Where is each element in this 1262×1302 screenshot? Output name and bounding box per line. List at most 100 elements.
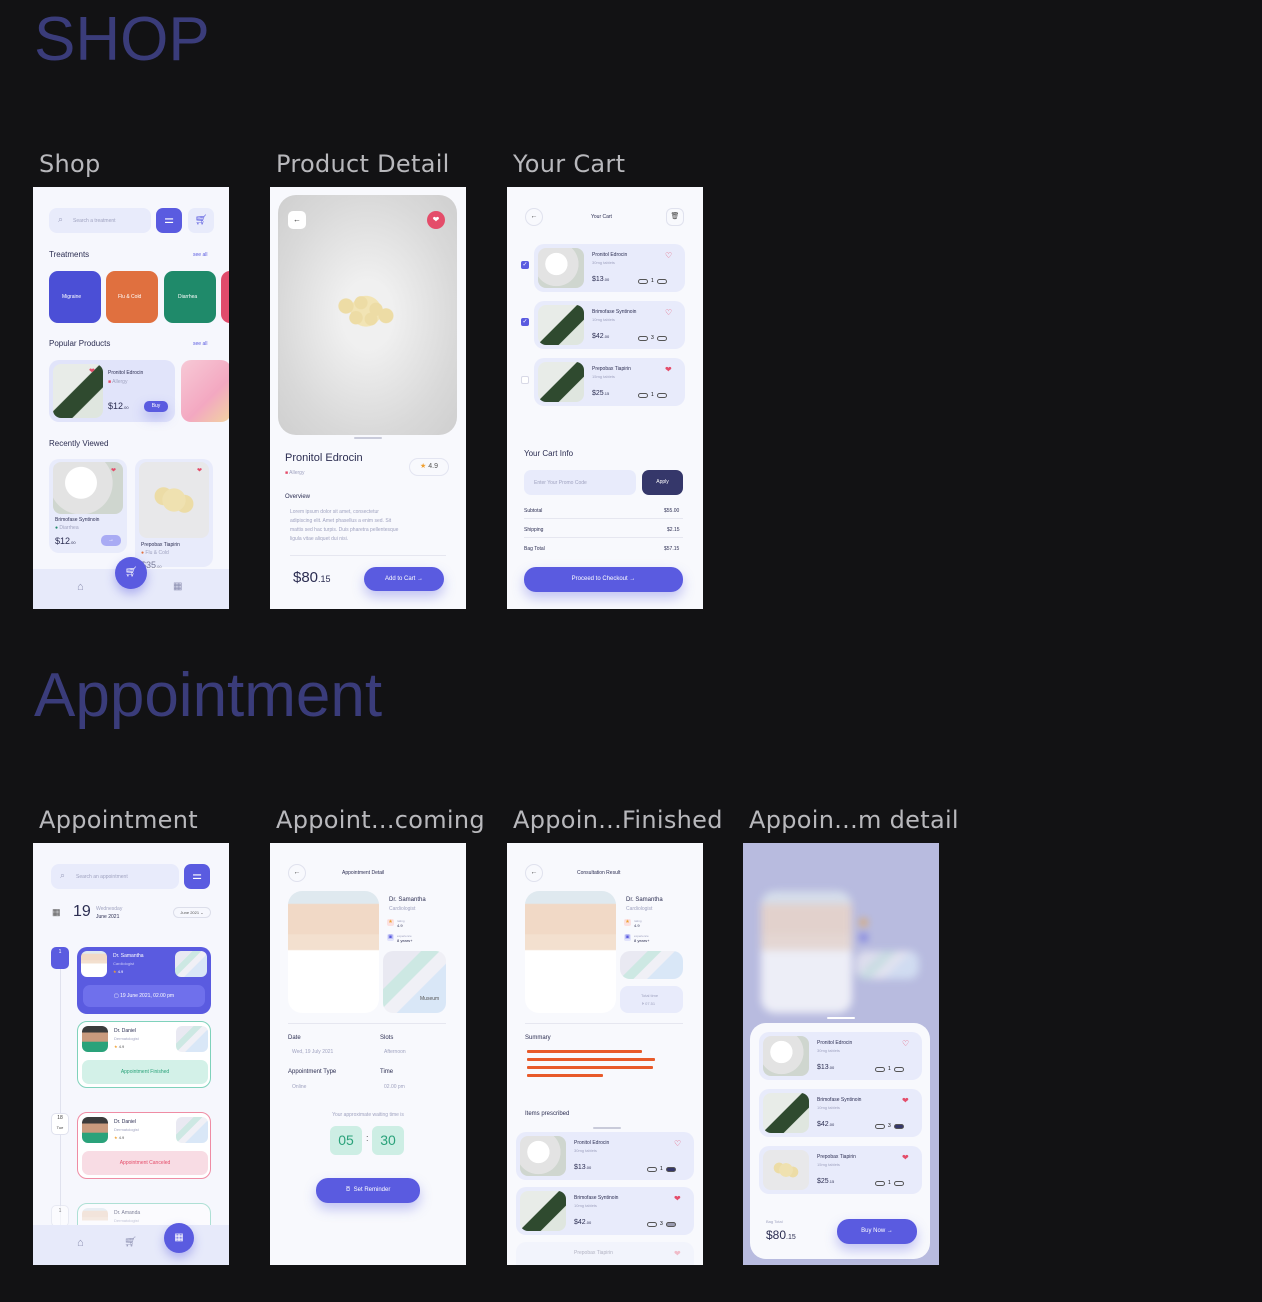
home-icon[interactable]: ⌂: [77, 1237, 84, 1249]
appointment-card-canceled[interactable]: Dr. Daniel Dermatologist ★ 4.9 Appointme…: [77, 1112, 211, 1179]
popular-product-card[interactable]: ❤ Pronitol Edrocin ■ Allergy $12.00 Buy: [49, 360, 175, 422]
result-title: Consultation Result: [577, 870, 621, 876]
recent-card-1[interactable]: ❤ Brimofase Syntinoin ● Diarrhea $12.00 …: [49, 459, 127, 553]
appointment-card-upcoming[interactable]: Dr. Samantha Cardiologist ★ 4.9 ▢ 19 Jun…: [77, 947, 211, 1014]
search-icon: ⌕: [58, 214, 64, 224]
heart-outline-icon[interactable]: ♡: [665, 251, 672, 260]
map-thumbnail[interactable]: Museum: [383, 951, 446, 1013]
summary-line: [527, 1066, 653, 1069]
heart-icon[interactable]: ❤: [89, 367, 95, 375]
set-reminder-button[interactable]: ⏰︎ Set Reminder: [316, 1178, 420, 1203]
sheet-item[interactable]: Brimofase Syntinoin 10mg tablets ❤ $42.0…: [759, 1089, 922, 1137]
quantity-stepper[interactable]: 3: [647, 1221, 676, 1227]
wait-seconds: 30: [372, 1126, 404, 1155]
popular-product-card-partial[interactable]: [181, 360, 229, 422]
filter-button[interactable]: ⚌: [156, 208, 182, 233]
quantity-stepper[interactable]: 3: [638, 335, 667, 341]
prescribed-item[interactable]: Pronitol Edrocin 30mg tablets ♡ $13.00 1: [516, 1132, 694, 1180]
drag-handle[interactable]: [593, 1127, 621, 1129]
drag-handle[interactable]: [827, 1017, 855, 1019]
treatment-card-flu-cold[interactable]: Flu & Cold: [106, 271, 158, 323]
quantity-stepper[interactable]: 1: [875, 1066, 904, 1072]
heart-outline-icon[interactable]: ♡: [665, 308, 672, 317]
frame-label-your-cart[interactable]: Your Cart: [513, 150, 625, 178]
checkout-button[interactable]: Proceed to Checkout →: [524, 567, 683, 592]
star-icon: ★: [420, 463, 427, 470]
prescribed-item[interactable]: Brimofase Syntinoin 10mg tablets ❤ $42.0…: [516, 1187, 694, 1235]
treatment-card-diarrhea[interactable]: Diarrhea: [164, 271, 216, 323]
cart-item[interactable]: Pronitol Edrocin 30mg tablets ♡ $13.00 1: [534, 244, 685, 292]
quantity-stepper[interactable]: 1: [638, 392, 667, 398]
add-to-cart-button[interactable]: Add to Cart →: [364, 567, 444, 591]
favorite-button[interactable]: ❤: [427, 211, 445, 229]
heart-icon[interactable]: ❤: [665, 365, 672, 374]
heart-icon[interactable]: ❤: [674, 1249, 681, 1258]
drag-handle[interactable]: [354, 437, 382, 439]
frame-label-appointment-finished[interactable]: Appoin...Finished: [513, 806, 723, 834]
home-icon[interactable]: ⌂: [77, 581, 84, 593]
section-title-shop: SHOP: [34, 5, 210, 74]
treatments-see-all[interactable]: see all: [193, 252, 207, 258]
cart-icon: 🛒︎: [124, 567, 138, 578]
quantity-stepper[interactable]: 1: [875, 1180, 904, 1186]
frame-label-shop[interactable]: Shop: [39, 150, 101, 178]
appointment-detail-frame: Pronitol Edrocin 30mg tablets ♡ $13.00 1…: [743, 843, 939, 1265]
product-image: [538, 248, 584, 288]
recent-card-2[interactable]: ❤ Prepobax Tiapirin ● Flu & Cold $35.00: [135, 459, 213, 570]
item-checkbox[interactable]: [521, 376, 529, 384]
back-button[interactable]: ←: [288, 211, 306, 229]
frame-label-product-detail[interactable]: Product Detail: [276, 150, 450, 178]
product-hero-image: [278, 195, 457, 435]
heart-icon[interactable]: ❤: [902, 1153, 909, 1162]
quantity-stepper[interactable]: 3: [875, 1123, 904, 1129]
back-button[interactable]: ←: [288, 864, 306, 882]
delete-button[interactable]: 🗑︎: [666, 208, 684, 226]
search-input[interactable]: ⌕ Search a treatment: [49, 208, 151, 233]
calendar-icon[interactable]: ▦: [173, 581, 182, 592]
appointment-card-finished[interactable]: Dr. Daniel Dermatologist ★ 4.9 Appointme…: [77, 1021, 211, 1088]
sheet-item[interactable]: Prepobax Tiapirin 15mg tablets ❤ $25.15 …: [759, 1146, 922, 1194]
cart-item[interactable]: Brimofase Syntinoin 10mg tablets ♡ $42.0…: [534, 301, 685, 349]
product-image: [763, 1150, 809, 1190]
back-button[interactable]: ←: [525, 208, 543, 226]
cart-icon[interactable]: 🛒︎: [124, 1237, 137, 1248]
heart-icon[interactable]: ❤: [674, 1194, 681, 1203]
buy-button[interactable]: Buy: [144, 401, 168, 412]
treatment-card-partial[interactable]: [221, 271, 229, 323]
frame-label-appointment-detail[interactable]: Appoin...m detail: [749, 806, 959, 834]
back-button[interactable]: ←: [525, 864, 543, 882]
heart-icon[interactable]: ❤: [902, 1096, 909, 1105]
frame-label-appointment-upcoming[interactable]: Appoint...coming: [276, 806, 485, 834]
heart-outline-icon[interactable]: ♡: [902, 1039, 909, 1048]
frame-label-appointment[interactable]: Appointment: [39, 806, 198, 834]
quantity-stepper[interactable]: 1: [638, 278, 667, 284]
prescribed-item-faded[interactable]: Prepobax Tiapirin ❤: [516, 1242, 694, 1265]
month-select[interactable]: June 2021 ⌄: [173, 907, 211, 918]
cart-frame: ← Your Cart 🗑︎ ✓ Pronitol Edrocin 30mg t…: [507, 187, 703, 609]
apply-button[interactable]: Apply: [642, 470, 683, 495]
item-checkbox[interactable]: ✓: [521, 261, 529, 269]
filter-button[interactable]: ⚌: [184, 864, 210, 889]
heart-icon[interactable]: ❤: [197, 467, 202, 474]
sheet-item[interactable]: Pronitol Edrocin 30mg tablets ♡ $13.00 1: [759, 1032, 922, 1080]
buy-now-button[interactable]: Buy Now →: [837, 1219, 917, 1244]
cart-title: Your Cart: [591, 214, 612, 220]
appointment-nav-button[interactable]: ▦: [164, 1223, 194, 1253]
shop-nav-button[interactable]: 🛒︎: [115, 557, 147, 589]
quantity-stepper[interactable]: 1: [647, 1166, 676, 1172]
item-checkbox[interactable]: ✓: [521, 318, 529, 326]
appointment-time: ▢ 19 June 2021, 02.00 pm: [83, 985, 205, 1007]
heart-icon[interactable]: ❤: [111, 467, 116, 474]
promo-code-input[interactable]: Enter Your Promo Code: [524, 470, 636, 495]
heart-outline-icon[interactable]: ♡: [674, 1139, 681, 1148]
search-input[interactable]: ⌕ Search an appointment: [51, 864, 179, 889]
timeline-date: 18 Tue: [51, 1113, 69, 1135]
treatment-card-migraine[interactable]: Migraine: [49, 271, 101, 323]
map-thumbnail[interactable]: [620, 951, 683, 979]
cart-button[interactable]: 🛒︎: [188, 208, 214, 233]
cart-item[interactable]: Prepobax Tiapirin 15mg tablets ❤ $25.15 …: [534, 358, 685, 406]
add-button[interactable]: →: [101, 535, 121, 546]
total-time-card: Total time ⏵ 07.51: [620, 986, 683, 1013]
popular-see-all[interactable]: see all: [193, 341, 207, 347]
briefcase-icon: ▣: [387, 934, 394, 941]
